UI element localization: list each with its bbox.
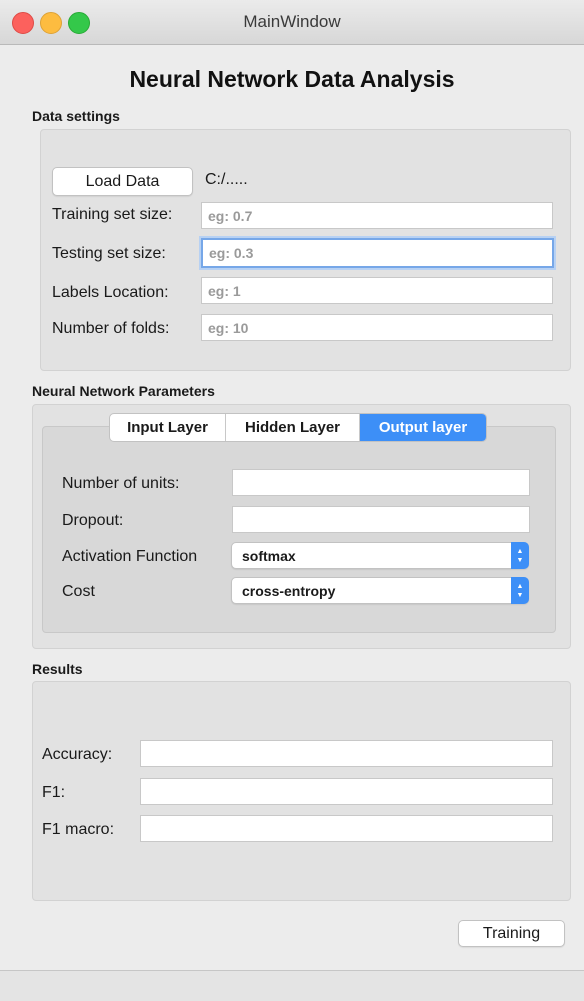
training-set-size-input[interactable] [201, 202, 553, 229]
cost-label: Cost [62, 583, 95, 600]
f1-macro-output[interactable] [140, 815, 553, 842]
cost-select[interactable]: cross-entropy ▲ ▼ [231, 577, 529, 604]
number-of-units-label: Number of units: [62, 475, 180, 492]
data-settings-label: Data settings [32, 108, 120, 124]
layer-tabs: Input Layer Hidden Layer Output layer [109, 413, 487, 442]
testing-set-size-input[interactable] [201, 238, 554, 268]
tab-hidden-layer[interactable]: Hidden Layer [226, 414, 360, 441]
load-data-button[interactable]: Load Data [52, 167, 193, 196]
app-title: Neural Network Data Analysis [129, 66, 455, 92]
accuracy-output[interactable] [140, 740, 553, 767]
window-title: MainWindow [243, 12, 341, 31]
labels-location-label: Labels Location: [52, 284, 169, 301]
training-set-size-label: Training set size: [52, 206, 173, 223]
data-path-text: C:/..... [205, 171, 248, 188]
chevron-up-down-icon: ▲ ▼ [511, 542, 529, 569]
results-label: Results [32, 661, 83, 677]
training-button[interactable]: Training [458, 920, 565, 947]
chevron-up-down-icon: ▲ ▼ [511, 577, 529, 604]
dropout-input[interactable] [232, 506, 530, 533]
activation-function-select[interactable]: softmax ▲ ▼ [231, 542, 529, 569]
labels-location-input[interactable] [201, 277, 553, 304]
f1-label: F1: [42, 784, 66, 801]
cost-value: cross-entropy [242, 583, 336, 599]
testing-set-size-label: Testing set size: [52, 245, 166, 262]
accuracy-label: Accuracy: [42, 746, 113, 763]
dropout-label: Dropout: [62, 512, 124, 529]
number-of-units-input[interactable] [232, 469, 530, 496]
title-bar: MainWindow [0, 0, 584, 45]
number-of-folds-input[interactable] [201, 314, 553, 341]
number-of-folds-label: Number of folds: [52, 320, 170, 337]
tab-output-layer[interactable]: Output layer [360, 414, 486, 441]
f1-output[interactable] [140, 778, 553, 805]
tab-input-layer[interactable]: Input Layer [110, 414, 226, 441]
status-bar [0, 970, 584, 1001]
activation-function-value: softmax [242, 548, 296, 564]
nn-parameters-label: Neural Network Parameters [32, 383, 215, 399]
f1-macro-label: F1 macro: [42, 821, 115, 838]
activation-function-label: Activation Function [62, 548, 198, 565]
